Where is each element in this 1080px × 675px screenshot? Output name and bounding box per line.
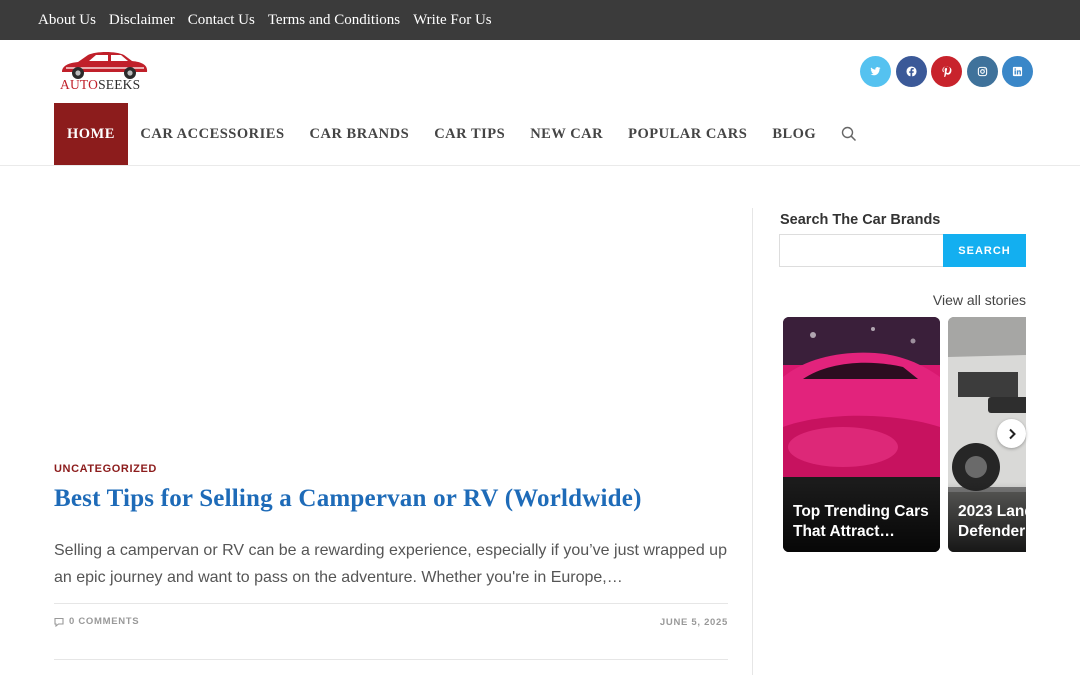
top-link-write-for-us[interactable]: Write For Us (413, 12, 492, 29)
post-comments[interactable]: 0 COMMENTS (54, 616, 139, 627)
top-link-about-us[interactable]: About Us (38, 12, 96, 29)
social-links (860, 56, 1038, 87)
comments-count: 0 COMMENTS (69, 616, 140, 627)
site-logo[interactable]: AUTOSEEKS (58, 50, 150, 92)
top-link-disclaimer[interactable]: Disclaimer (109, 12, 175, 29)
main-nav: HOME CAR ACCESSORIES CAR BRANDS CAR TIPS… (54, 103, 865, 165)
nav-item-home[interactable]: HOME (54, 103, 128, 165)
sidebar-search-input[interactable] (779, 234, 944, 267)
view-all-stories-link[interactable]: View all stories (933, 292, 1026, 308)
nav-item-car-accessories[interactable]: CAR ACCESSORIES (128, 103, 297, 165)
twitter-icon[interactable] (860, 56, 891, 87)
chevron-right-icon (1008, 428, 1016, 439)
top-link-contact-us[interactable]: Contact Us (188, 12, 255, 29)
sidebar-search-button[interactable]: SEARCH (943, 234, 1026, 267)
post-excerpt: Selling a campervan or RV can be a rewar… (54, 542, 727, 586)
comment-icon (54, 617, 64, 627)
carousel-next-button[interactable] (997, 419, 1026, 448)
pinterest-icon[interactable] (931, 56, 962, 87)
sidebar-search-title: Search The Car Brands (780, 212, 941, 228)
top-bar: About Us Disclaimer Contact Us Terms and… (0, 0, 1080, 40)
post-bottom-divider (54, 659, 728, 660)
story-caption: Top Trending Cars That Attract… (793, 503, 929, 540)
top-link-terms[interactable]: Terms and Conditions (268, 12, 400, 29)
search-icon[interactable] (829, 103, 865, 165)
post-category[interactable]: UNCATEGORIZED (54, 463, 157, 475)
nav-item-new-car[interactable]: NEW CAR (518, 103, 616, 165)
sidebar-divider (752, 208, 753, 675)
nav-item-blog[interactable]: BLOG (760, 103, 829, 165)
logo-text-seeks: SEEKS (98, 77, 141, 92)
nav-item-car-tips[interactable]: CAR TIPS (422, 103, 518, 165)
logo-wordmark: AUTOSEEKS (60, 77, 140, 93)
nav-item-popular-cars[interactable]: POPULAR CARS (616, 103, 760, 165)
post-date: JUNE 5, 2025 (659, 617, 728, 628)
post-meta-divider (54, 603, 728, 604)
sports-car-logo-icon (62, 52, 148, 79)
story-caption: 2023 Land Rover Defender … (958, 503, 1026, 540)
nav-item-car-brands[interactable]: CAR BRANDS (297, 103, 422, 165)
nav-divider (0, 165, 1080, 166)
instagram-icon[interactable] (966, 56, 998, 87)
logo-text-auto: AUTO (60, 77, 99, 92)
story-card[interactable]: Top Trending Cars That Attract… (783, 317, 940, 552)
post-title[interactable]: Best Tips for Selling a Campervan or RV … (54, 485, 642, 513)
web-stories-carousel: Top Trending Cars That Attract… 2023 Lan… (783, 317, 1026, 553)
top-nav: About Us Disclaimer Contact Us Terms and… (38, 0, 505, 40)
facebook-icon[interactable] (895, 56, 927, 87)
linkedin-icon[interactable] (1002, 56, 1033, 87)
